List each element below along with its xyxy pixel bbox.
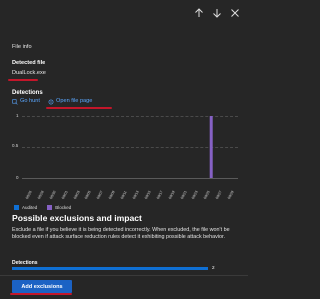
x-tick-label: 09/27 — [215, 190, 223, 200]
x-tick-label: 09/25 — [203, 190, 212, 200]
legend-item-audited: Audited — [14, 205, 37, 210]
add-exclusions-button[interactable]: Add exclusions — [12, 280, 72, 293]
panel-nav — [192, 6, 242, 20]
file-name: DualLock.exe — [12, 70, 46, 76]
detections-progress — [12, 267, 208, 270]
legend-label: Blocked — [55, 205, 72, 210]
annotation-underline-open-file-page — [46, 107, 112, 109]
detections-progress-fill — [12, 267, 208, 270]
x-tick-label: 09/21 — [179, 190, 188, 200]
legend-swatch — [47, 205, 53, 210]
footer-divider — [0, 275, 248, 276]
x-tick-label: 09/15 — [143, 190, 152, 200]
close-icon — [231, 9, 239, 17]
x-tick-label: 09/01 — [60, 190, 69, 200]
exclusions-description: Exclude a file if you believe it is bein… — [12, 227, 230, 240]
x-tick-label: 09/03 — [72, 190, 81, 200]
x-tick-label: 09/13 — [132, 190, 140, 200]
annotation-underline-filename — [8, 79, 38, 81]
previous-button[interactable] — [192, 6, 206, 20]
exclusions-heading: Possible exclusions and impact — [12, 213, 142, 223]
file-page-icon — [48, 99, 54, 105]
go-hunt-link[interactable]: Go hunt — [12, 99, 40, 105]
x-tick-label: 08/28 — [36, 190, 45, 200]
x-tick-label: 09/17 — [155, 190, 164, 200]
detections-count: 2 — [212, 265, 215, 270]
x-tick-label: 09/19 — [167, 190, 176, 200]
arrow-down-icon — [213, 9, 221, 18]
hunt-icon — [12, 99, 18, 105]
y-tick-label: 1 — [16, 113, 19, 118]
open-file-page-link[interactable]: Open file page — [48, 99, 92, 105]
legend-item-blocked: Blocked — [47, 205, 71, 210]
detected-file-label: Detected file — [12, 60, 46, 66]
go-hunt-label: Go hunt — [20, 98, 40, 105]
x-tick-label: 08/26 — [25, 190, 33, 200]
section-label: File info — [12, 44, 32, 50]
legend-swatch — [14, 205, 19, 210]
x-tick-label: 09/23 — [191, 190, 200, 200]
x-tick-label: 09/07 — [96, 190, 105, 200]
y-tick-label: 0.5 — [12, 143, 19, 148]
arrow-up-icon — [195, 8, 203, 17]
chart-legend: Audited Blocked — [14, 205, 71, 210]
x-tick-label: 09/05 — [84, 190, 93, 200]
x-tick-label: 09/09 — [108, 190, 116, 200]
close-button[interactable] — [228, 6, 242, 20]
detections-chart — [209, 116, 213, 178]
x-tick-label: 09/11 — [120, 190, 128, 200]
x-tick-label: 08/30 — [48, 190, 57, 200]
detections-count-label: Detections — [12, 260, 38, 266]
y-tick-label: 0 — [16, 175, 19, 180]
detections-heading: Detections — [12, 90, 43, 96]
annotation-underline-add-button — [10, 293, 72, 295]
gridline — [22, 116, 238, 117]
x-axis-line — [22, 178, 238, 179]
open-file-page-label: Open file page — [56, 98, 93, 105]
legend-label: Audited — [22, 205, 38, 210]
x-tick-label: 09/29 — [227, 190, 235, 200]
next-button[interactable] — [210, 6, 224, 20]
gridline — [22, 147, 238, 148]
